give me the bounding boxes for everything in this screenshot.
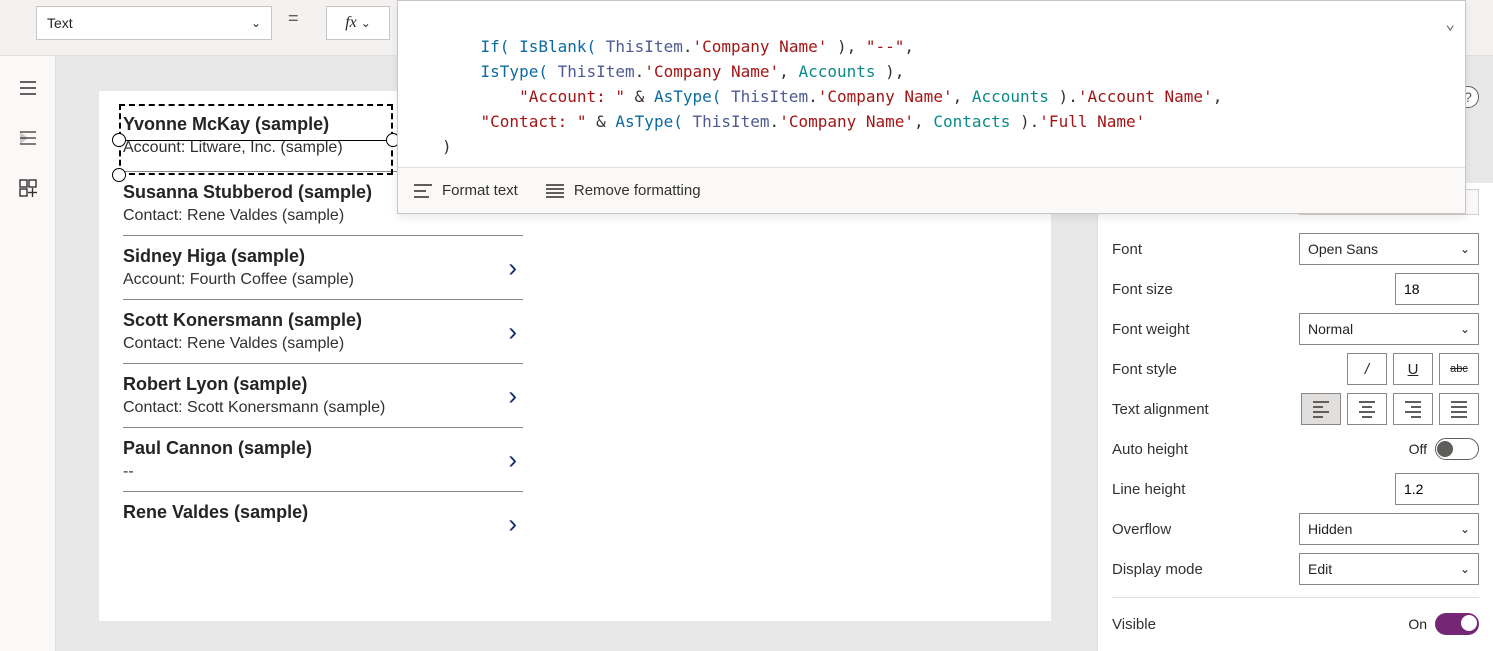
prop-visible-value: On [1408, 616, 1427, 632]
align-center-icon [1359, 401, 1375, 418]
prop-displaymode-select[interactable]: Edit ⌄ [1299, 553, 1479, 585]
formula-bar: ⌄If( IsBlank( ThisItem.'Company Name' ),… [397, 0, 1466, 214]
align-justify-button[interactable] [1439, 393, 1479, 425]
visible-toggle[interactable] [1435, 613, 1479, 635]
chevron-right-icon[interactable]: › [508, 252, 517, 283]
gallery-item[interactable]: Paul Cannon (sample) -- › [123, 428, 523, 492]
chevron-down-icon: ⌄ [1460, 322, 1470, 336]
chevron-right-icon[interactable]: › [508, 444, 517, 475]
italic-button[interactable]: / [1347, 353, 1387, 385]
gallery-item-title: Scott Konersmann (sample) [123, 310, 523, 331]
gallery-item-title: Sidney Higa (sample) [123, 246, 523, 267]
gallery-item[interactable]: Robert Lyon (sample) Contact: Scott Kone… [123, 364, 523, 428]
chevron-right-icon[interactable]: › [508, 509, 517, 540]
prop-overflow-select[interactable]: Hidden ⌄ [1299, 513, 1479, 545]
prop-autoheight-label: Auto height [1112, 441, 1188, 458]
prop-fontstyle-group: / U abc [1347, 353, 1479, 385]
prop-fontweight-label: Font weight [1112, 321, 1190, 338]
formula-editor[interactable]: ⌄If( IsBlank( ThisItem.'Company Name' ),… [398, 1, 1465, 167]
prop-textalign-group [1301, 393, 1479, 425]
gallery-item-subtitle: Contact: Scott Konersmann (sample) [123, 399, 523, 417]
remove-formatting-icon [546, 184, 564, 198]
align-center-button[interactable] [1347, 393, 1387, 425]
prop-fontsize-label: Font size [1112, 281, 1173, 298]
align-right-icon [1405, 401, 1421, 418]
formula-toolbar: Format text Remove formatting [398, 167, 1465, 213]
chevron-down-icon: ⌄ [1460, 242, 1470, 256]
divider [1112, 597, 1479, 598]
prop-overflow-label: Overflow [1112, 521, 1171, 538]
format-text-label: Format text [442, 182, 518, 199]
left-rail [0, 56, 56, 651]
underline-button[interactable]: U [1393, 353, 1433, 385]
align-left-icon [1313, 401, 1329, 418]
gallery-item[interactable]: Scott Konersmann (sample) Contact: Rene … [123, 300, 523, 364]
prop-font-label: Font [1112, 241, 1142, 258]
autoheight-toggle[interactable] [1435, 438, 1479, 460]
prop-displaymode-label: Display mode [1112, 561, 1203, 578]
fx-button[interactable]: fx ⌄ [326, 6, 390, 40]
prop-lineheight-label: Line height [1112, 481, 1185, 498]
equals-sign: = [288, 8, 299, 29]
gallery-item-subtitle: -- [123, 463, 523, 481]
gallery-item-subtitle: Contact: Rene Valdes (sample) [123, 335, 523, 353]
prop-fontweight-select[interactable]: Normal ⌄ [1299, 313, 1479, 345]
property-dropdown[interactable]: Text ⌄ [36, 6, 272, 40]
hamburger-icon[interactable] [18, 78, 38, 98]
chevron-down-icon: ⌄ [1460, 522, 1470, 536]
gallery-item[interactable]: Sidney Higa (sample) Account: Fourth Cof… [123, 236, 523, 300]
remove-formatting-button[interactable]: Remove formatting [546, 182, 701, 199]
remove-formatting-label: Remove formatting [574, 182, 701, 199]
prop-fontsize-input[interactable] [1395, 273, 1479, 305]
prop-textalign-label: Text alignment [1112, 401, 1209, 418]
components-icon[interactable] [18, 178, 38, 198]
chevron-down-icon[interactable]: ⌄ [1445, 11, 1455, 36]
align-left-button[interactable] [1301, 393, 1341, 425]
strikethrough-button[interactable]: abc [1439, 353, 1479, 385]
prop-lineheight-input[interactable] [1395, 473, 1479, 505]
prop-autoheight-value: Off [1409, 441, 1427, 457]
gallery-item-subtitle: Account: Fourth Coffee (sample) [123, 271, 523, 289]
gallery-item[interactable]: Rene Valdes (sample) › [123, 492, 523, 556]
align-right-button[interactable] [1393, 393, 1433, 425]
property-dropdown-value: Text [47, 15, 73, 31]
properties-panel: (sample) Font Open Sans ⌄ Font size Font… [1097, 183, 1493, 651]
chevron-down-icon: ⌄ [251, 16, 261, 30]
gallery-item-title: Robert Lyon (sample) [123, 374, 523, 395]
prop-fontstyle-label: Font style [1112, 361, 1177, 378]
chevron-down-icon: ⌄ [1460, 562, 1470, 576]
format-text-button[interactable]: Format text [414, 182, 518, 199]
align-justify-icon [1451, 401, 1467, 418]
prop-font-select[interactable]: Open Sans ⌄ [1299, 233, 1479, 265]
chevron-right-icon[interactable]: › [508, 316, 517, 347]
prop-visible-label: Visible [1112, 616, 1156, 633]
gallery-item-title: Paul Cannon (sample) [123, 438, 523, 459]
tree-view-icon[interactable] [18, 128, 38, 148]
fx-icon: fx [345, 14, 357, 32]
gallery-item-title: Rene Valdes (sample) [123, 502, 523, 523]
chevron-right-icon[interactable]: › [508, 380, 517, 411]
format-text-icon [414, 184, 432, 198]
chevron-down-icon: ⌄ [361, 16, 371, 30]
